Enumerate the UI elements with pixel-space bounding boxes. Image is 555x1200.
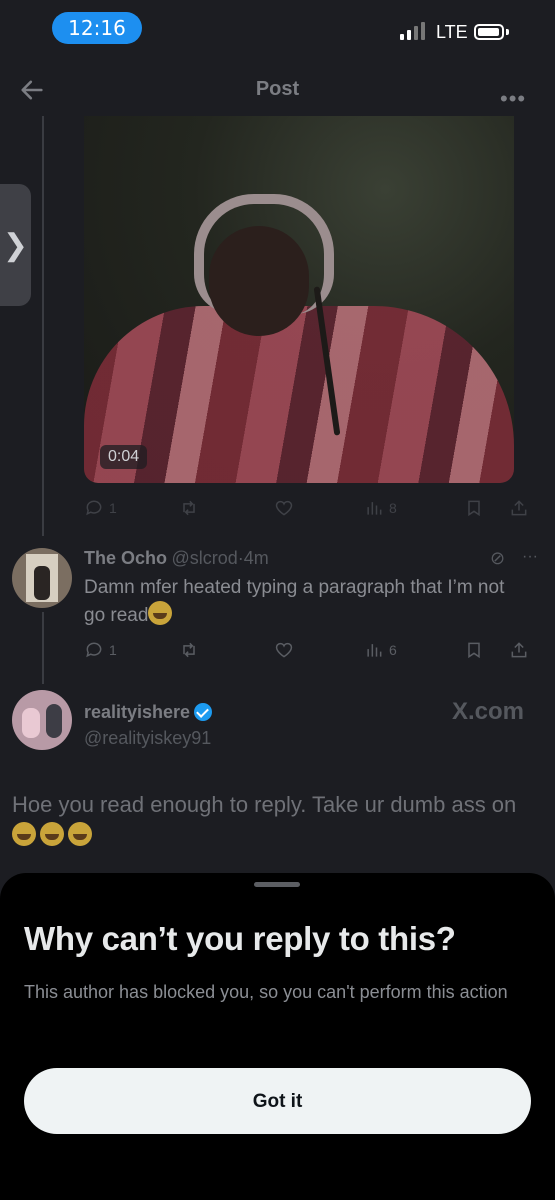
- page-title: Post: [255, 78, 300, 100]
- got-it-button[interactable]: Got it: [24, 1068, 531, 1134]
- reply-actions: 1 6: [84, 638, 544, 662]
- verified-badge-icon: [194, 703, 213, 721]
- display-name[interactable]: The Ocho: [84, 548, 167, 568]
- post-text-block: Hoe you read enough to reply. Take ur du…: [12, 790, 542, 850]
- like-button[interactable]: [274, 498, 364, 518]
- like-button[interactable]: [274, 640, 364, 660]
- grok-icon[interactable]: ⊘: [490, 548, 505, 569]
- reply-icon: [86, 500, 102, 516]
- author-name-row: realityishere: [84, 702, 213, 723]
- share-icon: [511, 642, 527, 658]
- bookmark-icon: [468, 642, 480, 659]
- timestamp: 4m: [243, 548, 269, 568]
- more-horizontal-icon[interactable]: •••: [500, 86, 526, 112]
- sheet-message: This author has blocked you, so you can'…: [24, 982, 508, 1002]
- bookmark-icon: [468, 500, 480, 517]
- signal-icon: [400, 20, 425, 40]
- reply-count: 1: [109, 642, 117, 658]
- more-horizontal-icon[interactable]: ···: [522, 548, 538, 566]
- bookmark-button[interactable]: [464, 640, 509, 660]
- views-chart-icon: [367, 644, 382, 657]
- status-time: 12:16: [52, 12, 142, 44]
- reply-count: 1: [109, 500, 117, 516]
- laughing-emoji-icon: [68, 822, 92, 846]
- views-chart-icon: [367, 502, 382, 515]
- heart-icon: [275, 500, 293, 516]
- sheet-grabber[interactable]: [254, 882, 300, 887]
- network-label: LTE: [436, 22, 468, 42]
- views-count: 8: [389, 500, 397, 516]
- battery-icon: [474, 24, 504, 40]
- repost-button[interactable]: [179, 498, 274, 518]
- reply-text: Damn mfer heated typing a paragraph that…: [84, 577, 505, 626]
- views-count: 6: [389, 642, 397, 658]
- post-text: Hoe you read enough to reply. Take ur du…: [12, 792, 517, 817]
- share-button[interactable]: [509, 498, 529, 518]
- video-duration: 0:04: [100, 445, 148, 469]
- share-icon: [511, 500, 527, 516]
- reply-button[interactable]: 1: [84, 498, 179, 518]
- views-button[interactable]: 8: [364, 498, 464, 518]
- repost-icon: [183, 500, 195, 516]
- thread-line: [42, 612, 44, 684]
- battery-tip: [506, 29, 509, 35]
- reply-text-block: Damn mfer heated typing a paragraph that…: [84, 575, 524, 629]
- reply-icon: [86, 642, 102, 658]
- reply-header: The Ocho @slcrod·4m: [84, 548, 269, 568]
- share-button[interactable]: [509, 640, 529, 660]
- display-name[interactable]: realityishere: [84, 702, 190, 722]
- repost-button[interactable]: [179, 640, 274, 660]
- avatar[interactable]: [12, 690, 72, 750]
- laughing-emoji-icon: [148, 601, 173, 625]
- post-actions: 1 8: [84, 496, 544, 520]
- video-thumbnail[interactable]: [84, 116, 514, 483]
- watermark: X.com: [452, 698, 525, 725]
- heart-icon: [275, 642, 293, 658]
- views-button[interactable]: 6: [364, 640, 464, 660]
- avatar[interactable]: [12, 548, 72, 608]
- reply-button[interactable]: 1: [84, 640, 179, 660]
- laughing-emoji-icon: [12, 822, 36, 846]
- repost-icon: [183, 642, 195, 658]
- handle[interactable]: @realityiskey91: [84, 728, 211, 749]
- handle[interactable]: @slcrod: [171, 548, 237, 568]
- laughing-emoji-icon: [40, 822, 64, 846]
- thread-line: [42, 116, 44, 536]
- sheet-title: Why can’t you reply to this?: [24, 920, 456, 957]
- side-panel-tab[interactable]: ❯: [0, 184, 31, 306]
- bookmark-button[interactable]: [464, 498, 509, 518]
